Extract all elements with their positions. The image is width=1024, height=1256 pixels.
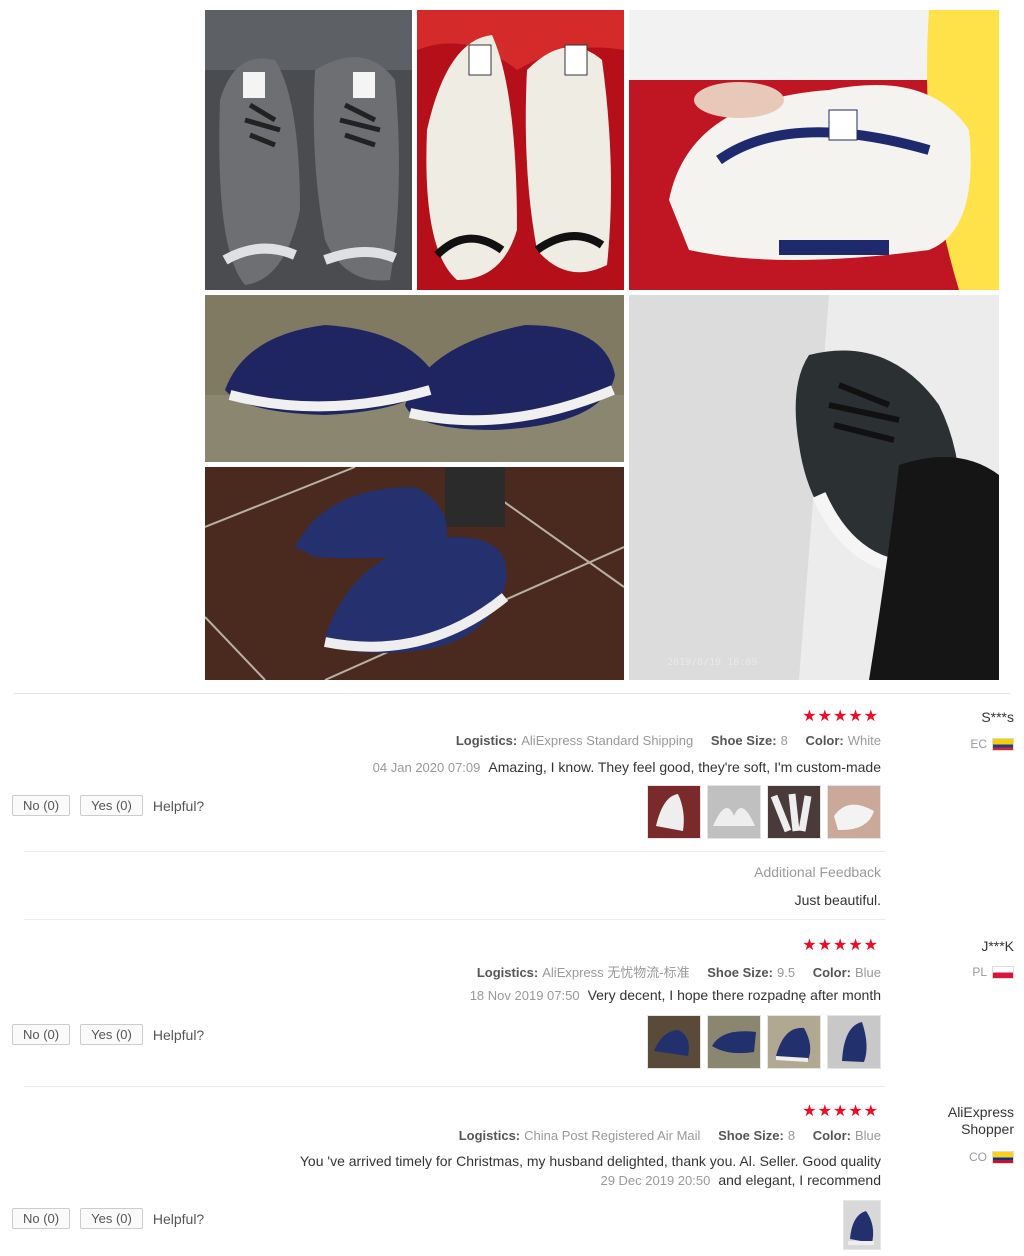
helpful-no-button[interactable]: No (0) [12,1024,71,1045]
rating-stars: ★★★★★ [802,708,879,725]
helpful-yes-button[interactable]: Yes (0) [80,795,143,816]
review-date: 18 Nov 2019 07:50 [469,988,580,1003]
review-text-line-2: 29 Dec 2019 20:50 and elegant, I recommen… [600,1171,881,1190]
review-thumbnail[interactable] [843,1200,881,1250]
review-body-continued: and elegant, I recommend [718,1172,881,1188]
country-code: CO [969,1150,987,1164]
shoe-size-label: Shoe Size: [710,733,777,748]
review-thumbnail[interactable] [827,785,881,839]
helpful-no-button[interactable]: No (0) [12,1208,71,1229]
review-bottom-divider [24,1086,886,1087]
helpful-no-button[interactable]: No (0) [12,795,71,816]
review-photo-grey-sneakers[interactable] [205,10,412,290]
review-date: 04 Jan 2020 07:09 [372,760,481,775]
shoe-size-value: 9.5 [776,965,796,980]
review-body: Amazing, I know. They feel good, they're… [488,759,881,775]
review-thumbnails [843,1200,881,1250]
ecuador-flag-icon [992,737,1014,751]
color-label: Color: [812,1128,851,1143]
review-photo-blue-sneakers-worn[interactable] [205,467,624,680]
review-thumbnail[interactable] [707,785,761,839]
color-value: Blue [854,1128,881,1143]
helpful-label: Helpful? [152,797,205,814]
logistics-value: AliExpress Standard Shipping [521,733,694,748]
rating-stars: ★★★★★ [802,1103,879,1120]
review-divider [14,693,1010,694]
review-thumbnail[interactable] [647,1015,701,1069]
review-photo-black-sneaker[interactable]: 2019/8/19 16:09 [629,295,999,680]
additional-divider [24,851,886,852]
reviewer-name: J***K [981,938,1014,954]
additional-feedback-text: Just beautiful. [794,892,881,908]
poland-flag-icon [992,965,1014,979]
helpful-vote: No (0) Yes (0) Helpful? [12,795,204,816]
color-label: Color: [812,965,851,980]
review-photo-white-sneakers-side[interactable] [629,10,999,290]
helpful-label: Helpful? [152,1026,205,1043]
rating-stars: ★★★★★ [802,937,879,954]
color-value: White [847,733,881,748]
review-photo-gallery: 2019/8/19 16:09 [205,10,999,680]
country-code: PL [972,965,987,979]
helpful-yes-button[interactable]: Yes (0) [80,1024,143,1045]
reviewer-name: S***s [981,709,1014,725]
review-date: 29 Dec 2019 20:50 [600,1173,711,1188]
review-thumbnails [647,1015,881,1069]
logistics-label: Logistics: [476,965,539,980]
review-thumbnail[interactable] [707,1015,761,1069]
reviewer-country: EC [970,737,1014,751]
shoe-size-value: 8 [780,733,788,748]
order-info: Logistics: AliExpress 无忧物流-标准 Shoe Size: 9… [463,962,881,981]
color-value: Blue [854,965,881,980]
shoe-size-label: Shoe Size: [718,1128,784,1143]
photo-timestamp: 2019/8/19 16:09 [667,657,758,668]
review-photo-white-sneakers[interactable] [417,10,624,290]
review-thumbnail[interactable] [767,1015,821,1069]
review-thumbnail[interactable] [767,785,821,839]
reviewer-country: CO [969,1150,1014,1164]
review-text-line-1: You 've arrived timely for Christmas, my… [300,1152,881,1170]
shoe-size-label: Shoe Size: [707,965,773,980]
logistics-value: AliExpress 无忧物流-标准 [542,965,690,980]
review-photo-blue-sneakers[interactable] [205,295,624,462]
shoe-size-value: 8 [787,1128,796,1143]
helpful-vote: No (0) Yes (0) Helpful? [12,1024,204,1045]
reviewer-name: AliExpress Shopper [947,1104,1014,1137]
logistics-label: Logistics: [455,733,518,748]
order-info: Logistics: China Post Registered Air Mail… [445,1128,881,1143]
review-thumbnails [647,785,881,839]
additional-feedback-label: Additional Feedback [754,864,881,880]
logistics-label: Logistics: [458,1128,521,1143]
review-bottom-divider [24,919,886,920]
review-body: You 've arrived timely for Christmas, my… [299,1153,881,1169]
helpful-vote: No (0) Yes (0) Helpful? [12,1208,204,1229]
review-text: 18 Nov 2019 07:50 Very decent, I hope the… [470,986,881,1005]
order-info: Logistics: AliExpress Standard Shipping S… [442,733,881,748]
helpful-yes-button[interactable]: Yes (0) [80,1208,143,1229]
review-thumbnail[interactable] [827,1015,881,1069]
country-code: EC [970,737,987,751]
review-thumbnail[interactable] [647,785,701,839]
color-label: Color: [805,733,844,748]
colombia-flag-icon [992,1150,1014,1164]
review-page: 2019/8/19 16:09 S***s EC ★★★★★ Logistics… [0,0,1024,1256]
review-body: Very decent, I hope there rozpadnę after… [587,987,881,1003]
reviewer-country: PL [972,965,1014,979]
logistics-value: China Post Registered Air Mail [524,1128,701,1143]
review-text: 04 Jan 2020 07:09 Amazing, I know. They f… [373,758,881,777]
helpful-label: Helpful? [152,1210,205,1227]
